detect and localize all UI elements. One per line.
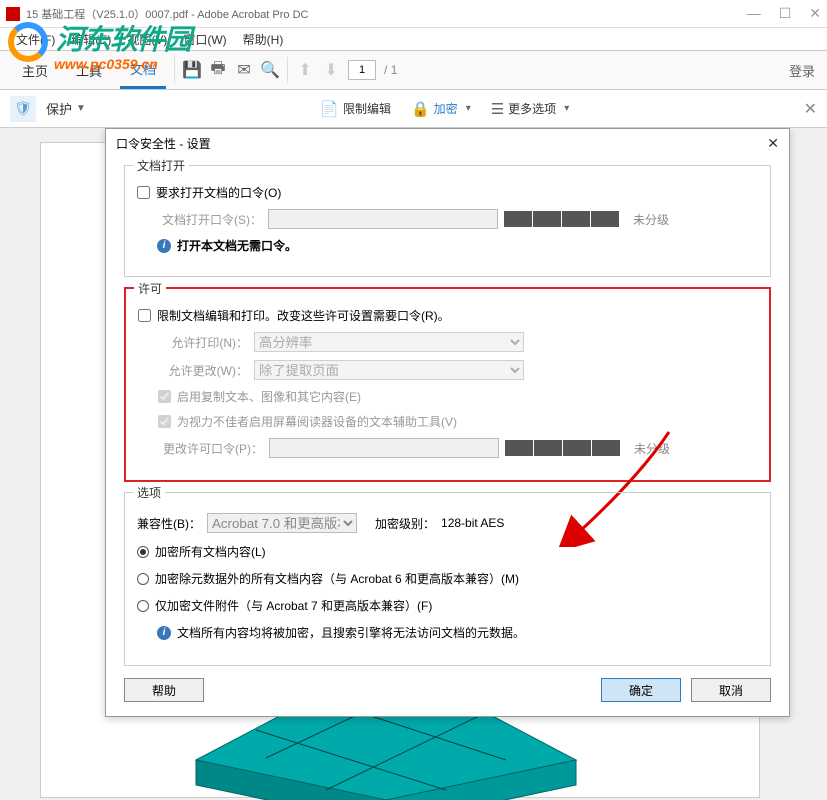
restrict-editing-label: 限制文档编辑和打印。改变这些许可设置需要口令(R)。: [157, 307, 450, 324]
main-toolbar: 主页 工具 文档 💾 🖶 ✉ 🔍 ⬆ ⬇ / 1 登录: [0, 50, 827, 90]
page-count: / 1: [384, 63, 397, 77]
minimize-button[interactable]: —: [747, 5, 761, 22]
restrict-editing-checkbox[interactable]: [138, 309, 151, 322]
shield-icon: 🛡: [10, 96, 36, 122]
password-security-dialog: 口令安全性 - 设置 ✕ 文档打开 要求打开文档的口令(O) 文档打开口令(S)…: [105, 128, 790, 717]
restrict-label: 限制编辑: [343, 100, 391, 117]
page-number-input[interactable]: [348, 60, 376, 80]
document-open-group: 文档打开 要求打开文档的口令(O) 文档打开口令(S)： 未分级 i 打开本文档…: [124, 165, 771, 277]
more-icon: ☰: [491, 100, 504, 118]
open-password-rating: 未分级: [633, 211, 669, 228]
dialog-title: 口令安全性 - 设置: [116, 135, 211, 152]
more-options-button[interactable]: ☰ 更多选项 ▾: [491, 100, 570, 118]
info-icon: i: [157, 239, 171, 253]
cancel-button[interactable]: 取消: [691, 678, 771, 702]
search-icon[interactable]: 🔍: [261, 61, 279, 79]
chevron-down-icon: ▾: [564, 103, 569, 114]
chevron-down-icon: ▾: [466, 103, 471, 114]
perm-password-label: 更改许可口令(P)：: [158, 440, 263, 457]
allow-change-label: 允许更改(W)：: [158, 362, 248, 379]
menu-file[interactable]: 文件(F): [10, 29, 61, 50]
protect-label: 保护: [46, 99, 72, 118]
password-strength-meter: [505, 440, 620, 456]
perm-password-input: [269, 438, 499, 458]
encrypt-attachments-radio[interactable]: [137, 600, 149, 612]
group-legend: 文档打开: [133, 157, 189, 174]
allow-print-select: 高分辨率: [254, 332, 524, 352]
encrypt-except-meta-radio[interactable]: [137, 573, 149, 585]
group-legend: 选项: [133, 484, 165, 501]
dialog-titlebar: 口令安全性 - 设置 ✕: [106, 129, 789, 157]
page-down-icon[interactable]: ⬇: [322, 61, 340, 79]
open-password-label: 文档打开口令(S)：: [157, 211, 262, 228]
menu-help[interactable]: 帮助(H): [237, 29, 290, 50]
encrypt-all-label: 加密所有文档内容(L): [155, 543, 266, 560]
title-bar: 15 基础工程（V25.1.0）0007.pdf - Adobe Acrobat…: [0, 0, 827, 28]
allow-print-label: 允许打印(N)：: [158, 334, 248, 351]
encrypt-all-radio[interactable]: [137, 546, 149, 558]
group-legend: 许可: [134, 280, 166, 297]
more-label: 更多选项: [508, 100, 556, 117]
chevron-down-icon[interactable]: ▼: [76, 103, 86, 114]
encrypt-level-value: 128-bit AES: [441, 516, 504, 530]
window-title: 15 基础工程（V25.1.0）0007.pdf - Adobe Acrobat…: [26, 6, 747, 22]
options-group: 选项 兼容性(B)： Acrobat 7.0 和更高版本 加密级别： 128-b…: [124, 492, 771, 666]
encrypt-attachments-label: 仅加密文件附件（与 Acrobat 7 和更高版本兼容）(F): [155, 597, 432, 614]
tab-home[interactable]: 主页: [12, 53, 58, 88]
enable-copy-label: 启用复制文本、图像和其它内容(E): [177, 388, 361, 405]
protect-toolbar: 🛡 保护 ▼ 📄 限制编辑 🔒 加密 ▾ ☰ 更多选项 ▾ ✕: [0, 90, 827, 128]
encrypt-level-label: 加密级别：: [375, 515, 435, 532]
password-strength-meter: [504, 211, 619, 227]
maximize-button[interactable]: ☐: [779, 5, 792, 22]
toolbar-separator: [174, 57, 175, 83]
enable-accessibility-checkbox: [158, 415, 171, 428]
ok-button[interactable]: 确定: [601, 678, 681, 702]
require-open-password-checkbox[interactable]: [137, 186, 150, 199]
encrypt-button[interactable]: 🔒 加密 ▾: [411, 100, 471, 118]
permissions-group: 许可 限制文档编辑和打印。改变这些许可设置需要口令(R)。 允许打印(N)： 高…: [124, 287, 771, 482]
compat-label: 兼容性(B)：: [137, 515, 201, 532]
restrict-edit-button[interactable]: 📄 限制编辑: [320, 100, 391, 118]
menu-view[interactable]: 视图(V): [121, 29, 173, 50]
dialog-button-row: 帮助 确定 取消: [124, 678, 771, 702]
open-info-text: 打开本文档无需口令。: [177, 237, 297, 254]
info-icon: i: [157, 626, 171, 640]
page-up-icon[interactable]: ⬆: [296, 61, 314, 79]
tab-tools[interactable]: 工具: [66, 53, 112, 88]
menu-window[interactable]: 窗口(W): [177, 29, 232, 50]
login-link[interactable]: 登录: [789, 61, 815, 80]
close-panel-icon[interactable]: ✕: [804, 99, 817, 119]
menu-bar: 文件(F) 编辑(E) 视图(V) 窗口(W) 帮助(H): [0, 28, 827, 50]
print-icon[interactable]: 🖶: [209, 61, 227, 79]
compat-select[interactable]: Acrobat 7.0 和更高版本: [207, 513, 357, 533]
tab-document[interactable]: 文档: [120, 51, 166, 89]
close-button[interactable]: ✕: [809, 5, 821, 22]
lock-icon: 🔒: [411, 100, 430, 118]
dialog-close-icon[interactable]: ✕: [767, 135, 779, 152]
enable-copy-checkbox: [158, 390, 171, 403]
encrypt-except-meta-label: 加密除元数据外的所有文档内容（与 Acrobat 6 和更高版本兼容）(M): [155, 570, 519, 587]
toolbar-separator: [287, 57, 288, 83]
options-info-text: 文档所有内容均将被加密，且搜索引擎将无法访问文档的元数据。: [177, 624, 525, 641]
document-canvas: 口令安全性 - 设置 ✕ 文档打开 要求打开文档的口令(O) 文档打开口令(S)…: [0, 128, 827, 800]
save-icon[interactable]: 💾: [183, 61, 201, 79]
app-icon: [6, 7, 20, 21]
help-button[interactable]: 帮助: [124, 678, 204, 702]
open-password-input: [268, 209, 498, 229]
perm-password-rating: 未分级: [634, 440, 670, 457]
allow-change-select: 除了提取页面: [254, 360, 524, 380]
require-open-password-label: 要求打开文档的口令(O): [156, 184, 281, 201]
enable-accessibility-label: 为视力不佳者启用屏幕阅读器设备的文本辅助工具(V): [177, 413, 457, 430]
restrict-icon: 📄: [320, 100, 339, 118]
encrypt-label: 加密: [434, 100, 458, 117]
menu-edit[interactable]: 编辑(E): [65, 29, 117, 50]
mail-icon[interactable]: ✉: [235, 61, 253, 79]
